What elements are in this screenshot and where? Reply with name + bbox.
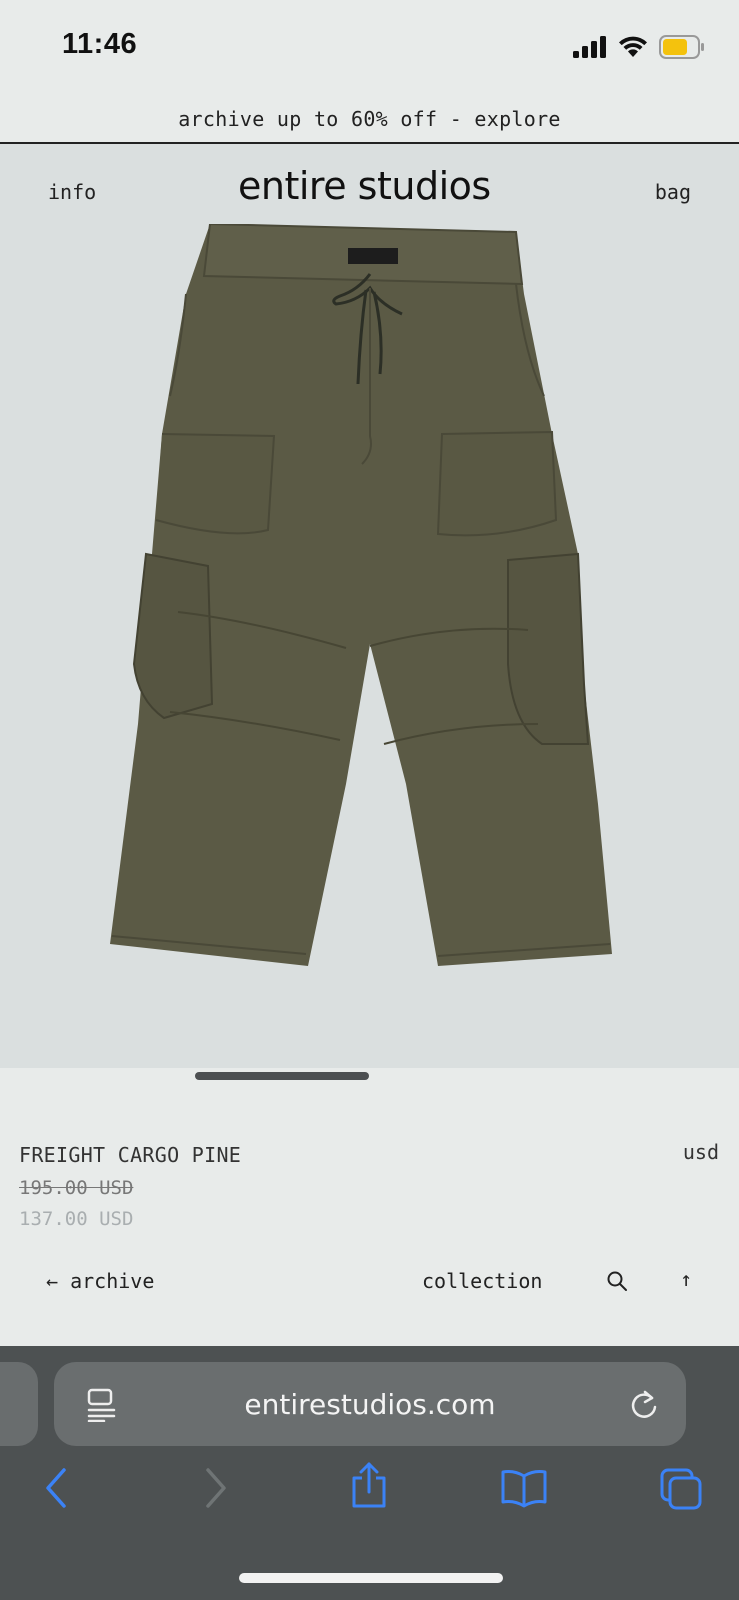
- search-icon[interactable]: [605, 1269, 629, 1293]
- url-text[interactable]: entirestudios.com: [54, 1388, 686, 1421]
- image-scroll-indicator[interactable]: [195, 1072, 369, 1080]
- reload-icon[interactable]: [628, 1388, 660, 1422]
- info-link[interactable]: info: [48, 180, 96, 204]
- promo-text[interactable]: archive up to 60% off - explore: [178, 107, 561, 131]
- product-image: [110, 224, 612, 966]
- bag-link[interactable]: bag: [655, 180, 691, 204]
- footer-nav: ← archive collection ↑: [0, 1265, 739, 1305]
- currency-selector[interactable]: usd: [683, 1140, 719, 1164]
- battery-icon: [659, 35, 704, 59]
- bookmarks-icon[interactable]: [500, 1468, 548, 1508]
- status-icons: [573, 34, 705, 60]
- back-arrow-icon[interactable]: [42, 1466, 72, 1510]
- back-to-archive-link[interactable]: ← archive: [46, 1269, 154, 1293]
- status-bar: 11:46: [0, 0, 739, 96]
- previous-tab-preview[interactable]: [0, 1362, 38, 1446]
- home-indicator[interactable]: [239, 1573, 503, 1583]
- status-time: 11:46: [62, 28, 138, 60]
- tabs-icon[interactable]: [660, 1468, 704, 1510]
- address-bar[interactable]: entirestudios.com: [54, 1362, 686, 1446]
- share-icon[interactable]: [348, 1460, 390, 1510]
- forward-arrow-icon[interactable]: [200, 1466, 230, 1510]
- back-to-top-button[interactable]: ↑: [680, 1267, 692, 1291]
- site-logo[interactable]: entire studios: [238, 164, 491, 208]
- product-name: FREIGHT CARGO PINE: [19, 1143, 242, 1167]
- promo-banner[interactable]: archive up to 60% off - explore: [0, 96, 739, 144]
- cellular-signal-icon: [573, 36, 606, 58]
- wifi-icon: [619, 36, 647, 57]
- product-image-area[interactable]: info entire studios bag: [0, 144, 739, 1068]
- collection-link[interactable]: collection: [422, 1269, 542, 1293]
- price-sale: 137.00 USD: [19, 1208, 134, 1230]
- price-original: 195.00 USD: [19, 1177, 134, 1199]
- browser-bottom-bar: entirestudios.com: [0, 1346, 739, 1600]
